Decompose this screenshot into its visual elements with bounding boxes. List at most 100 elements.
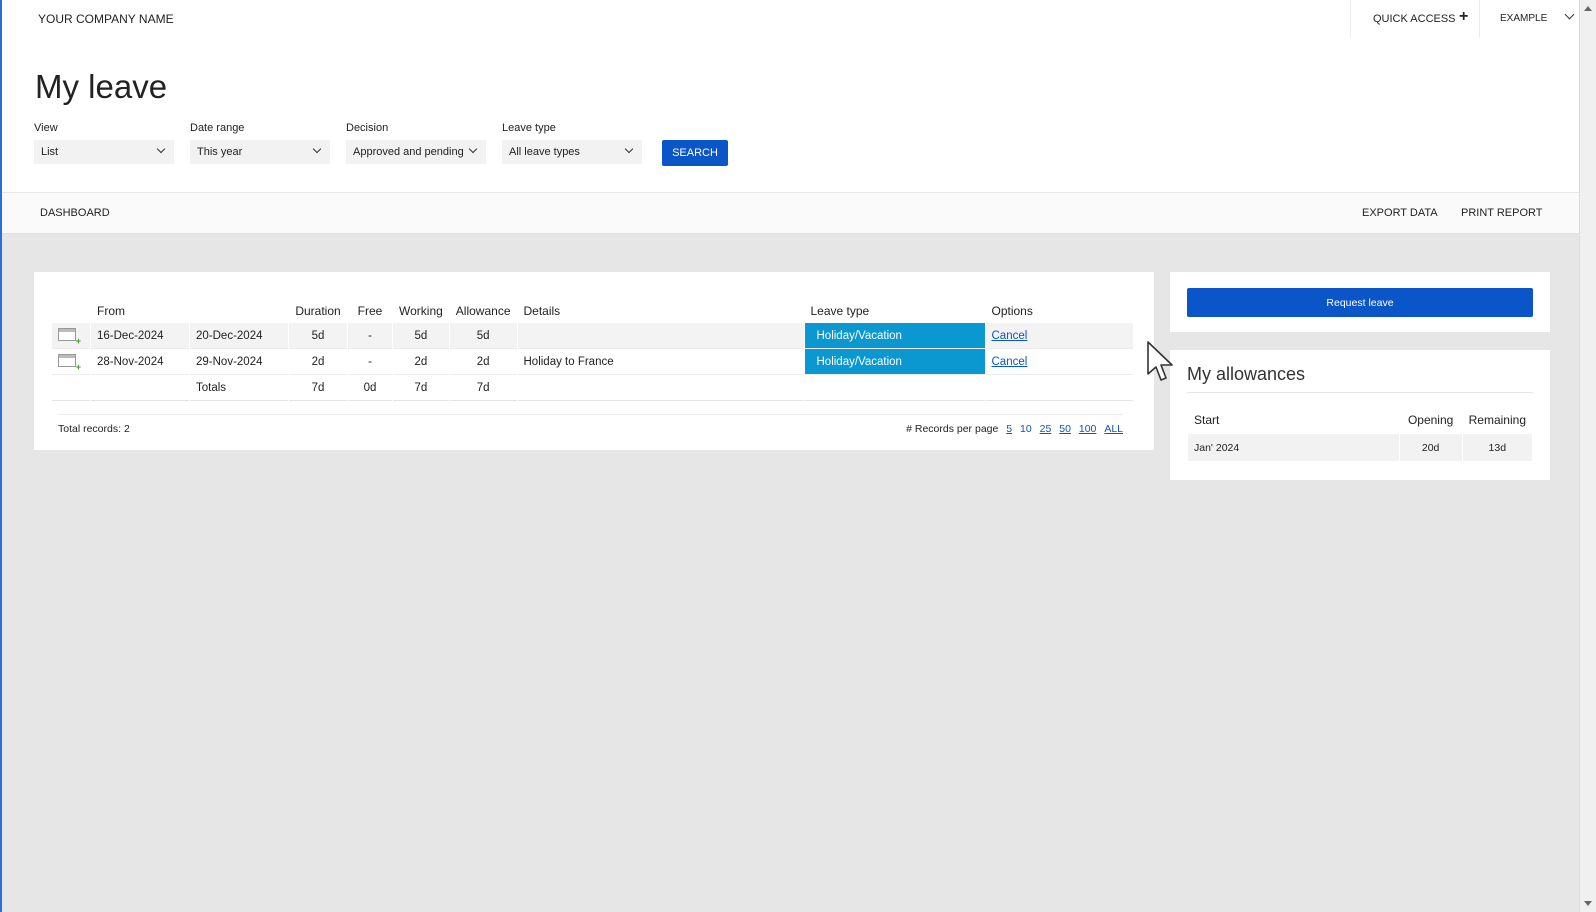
totals-spacer — [804, 375, 985, 401]
decision-select[interactable]: Approved and pending — [346, 140, 486, 164]
date-range-label: Date range — [190, 122, 245, 134]
chevron-down-icon — [156, 144, 166, 154]
page-header: My leave View List Date range This year … — [2, 38, 1580, 192]
allowances-title: My allowances — [1187, 364, 1306, 384]
details-cell: Holiday to France — [517, 349, 804, 375]
from-header: From — [97, 304, 125, 318]
free-header: Free — [357, 304, 383, 318]
working-header: Working — [399, 304, 443, 318]
date-range-select[interactable]: This year — [190, 140, 330, 164]
working-cell: 5d — [393, 323, 449, 349]
start-cell: Jan' 2024 — [1188, 434, 1399, 461]
start-header: Start — [1194, 413, 1220, 427]
decision-value: Approved and pending — [353, 146, 464, 158]
date-range-value: This year — [197, 146, 243, 158]
plus-icon: + — [1459, 8, 1469, 25]
leave-type-cell: Holiday/Vacation — [804, 349, 985, 375]
table-footer: Total records: 2 # Records per page 5 10… — [58, 414, 1123, 435]
view-select-value: List — [41, 146, 59, 158]
table-row[interactable]: 28-Nov-2024 29-Nov-2024 2d - 2d 2d Holid… — [52, 349, 1133, 375]
options-cell: Cancel — [985, 323, 1133, 349]
mouse-cursor-icon — [1147, 341, 1173, 381]
free-cell: - — [348, 323, 392, 349]
duration-cell: 5d — [289, 323, 347, 349]
sub-navigation: DASHBOARD EXPORT DATA PRINT REPORT — [2, 192, 1580, 234]
leave-table: From Duration Free Working Allowance Det… — [51, 299, 1134, 401]
duration-cell: 2d — [289, 349, 347, 375]
leave-list-card: From Duration Free Working Allowance Det… — [34, 272, 1154, 450]
records-per-page-label: # Records per page — [906, 423, 999, 435]
rpp-option-25[interactable]: 25 — [1040, 423, 1052, 435]
allowance-header: Allowance — [455, 304, 511, 318]
totals-spacer — [985, 375, 1133, 401]
scroll-down-icon[interactable] — [1584, 901, 1592, 906]
free-cell: - — [348, 349, 392, 375]
quick-access-button[interactable]: QUICK ACCESS + — [1350, 0, 1480, 38]
view-filter: View List — [34, 122, 174, 164]
calendar-add-icon[interactable] — [52, 323, 90, 349]
calendar-add-icon[interactable] — [52, 349, 90, 375]
totals-allowance: 7d — [449, 375, 517, 401]
page-title: My leave — [35, 68, 168, 105]
leave-type-label: Leave type — [502, 122, 556, 134]
options-cell: Cancel — [985, 349, 1133, 375]
icon-column-header — [52, 299, 90, 323]
totals-spacer — [52, 375, 90, 401]
working-cell: 2d — [393, 349, 449, 375]
leave-type-filter: Leave type All leave types — [502, 122, 642, 164]
records-per-page: # Records per page 5 10 25 50 100 ALL — [906, 423, 1123, 435]
chevron-down-icon — [624, 144, 634, 154]
totals-working: 7d — [393, 375, 449, 401]
table-row[interactable]: 16-Dec-2024 20-Dec-2024 5d - 5d 5d Holid… — [52, 323, 1133, 349]
date-range-filter: Date range This year — [190, 122, 330, 164]
cancel-link[interactable]: Cancel — [992, 330, 1028, 342]
scroll-up-icon[interactable] — [1584, 6, 1592, 11]
rpp-option-5[interactable]: 5 — [1006, 423, 1012, 435]
rpp-option-all[interactable]: ALL — [1104, 423, 1123, 435]
view-filter-label: View — [34, 122, 58, 134]
options-header: Options — [991, 304, 1033, 318]
dashboard-link[interactable]: DASHBOARD — [40, 207, 110, 219]
chevron-down-icon — [468, 144, 478, 154]
chevron-down-icon — [312, 144, 322, 154]
allowance-row: Jan' 2024 20d 13d — [1188, 434, 1532, 461]
view-select[interactable]: List — [34, 140, 174, 164]
leave-type-cell: Holiday/Vacation — [804, 323, 985, 349]
totals-free: 0d — [348, 375, 392, 401]
allowances-table: Start Opening Remaining Jan' 2024 20d 13… — [1187, 406, 1533, 461]
remaining-cell: 13d — [1462, 434, 1532, 461]
allowances-card: My allowances Start Opening Remaining Ja… — [1170, 350, 1550, 480]
from-cell: 28-Nov-2024 — [91, 349, 189, 375]
export-data-link[interactable]: EXPORT DATA — [1362, 207, 1438, 219]
opening-cell: 20d — [1399, 434, 1462, 461]
to-header — [190, 299, 288, 323]
chevron-down-icon[interactable] — [1564, 9, 1575, 20]
total-records: Total records: 2 — [58, 423, 130, 435]
details-cell — [517, 323, 804, 349]
totals-row: Totals 7d 0d 7d 7d — [52, 375, 1133, 401]
decision-label: Decision — [346, 122, 389, 134]
from-cell: 16-Dec-2024 — [91, 323, 189, 349]
request-leave-button[interactable]: Request leave — [1187, 288, 1533, 317]
leave-type-header: Leave type — [810, 304, 870, 318]
vertical-scrollbar[interactable] — [1579, 0, 1596, 912]
totals-duration: 7d — [289, 375, 347, 401]
to-cell: 29-Nov-2024 — [190, 349, 288, 375]
print-report-link[interactable]: PRINT REPORT — [1461, 207, 1543, 219]
decision-filter: Decision Approved and pending — [346, 122, 486, 164]
leave-type-value: All leave types — [509, 146, 580, 158]
company-name[interactable]: YOUR COMPANY NAME — [38, 12, 174, 26]
allowance-cell: 2d — [449, 349, 517, 375]
request-leave-card: Request leave — [1170, 272, 1550, 332]
search-button[interactable]: SEARCH — [662, 140, 728, 166]
allowance-cell: 5d — [449, 323, 517, 349]
remaining-header: Remaining — [1468, 413, 1526, 427]
user-menu[interactable]: EXAMPLE — [1500, 13, 1547, 24]
quick-access-label: QUICK ACCESS — [1373, 13, 1456, 25]
totals-spacer — [517, 375, 804, 401]
opening-header: Opening — [1407, 413, 1454, 427]
cancel-link[interactable]: Cancel — [992, 356, 1028, 368]
leave-type-select[interactable]: All leave types — [502, 140, 642, 164]
rpp-option-50[interactable]: 50 — [1059, 423, 1071, 435]
rpp-option-100[interactable]: 100 — [1079, 423, 1097, 435]
